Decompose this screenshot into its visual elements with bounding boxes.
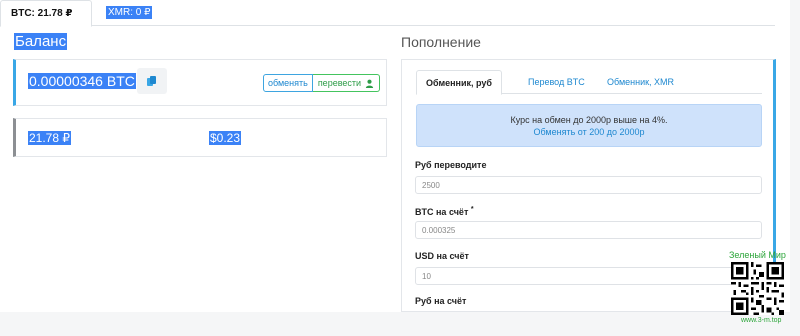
copy-button[interactable]	[137, 68, 167, 94]
tab-exchanger-xmr[interactable]: Обменник, XMR	[598, 70, 683, 94]
btc-receive-input[interactable]: 0.000325	[415, 221, 762, 239]
replenish-title: Пополнение	[401, 34, 481, 50]
fiat-balance-card: 21.78 ₽ $0.23	[13, 118, 387, 157]
transfer-button[interactable]: перевести	[312, 74, 381, 92]
btc-receive-label: BTC на счёт *	[415, 206, 474, 217]
rub-receive-label: Руб на счёт	[415, 296, 467, 306]
replenish-tabs: Обменник, руб Перевод BTC Обменник, XMR	[416, 70, 762, 95]
usd-receive-input[interactable]: 10	[415, 267, 762, 285]
user-icon	[365, 79, 374, 88]
usd-balance-value: $0.23	[209, 131, 242, 145]
rate-alert: Курс на обмен до 2000р выше на 4%. Обмен…	[416, 104, 762, 147]
usd-receive-label: USD на счёт	[415, 251, 469, 261]
rub-balance-value: 21.78 ₽	[28, 131, 71, 145]
watermark-url: www.3-m.top	[741, 317, 782, 324]
alert-link[interactable]: Обменять от 200 до 2000р	[417, 126, 761, 138]
tab-btc[interactable]: BTC: 21.78 ₽	[0, 0, 92, 27]
rub-send-label: Руб переводите	[415, 160, 487, 170]
btc-balance-card: 0.00000346 BTC обменять перевести	[13, 59, 387, 106]
transfer-button-label: перевести	[317, 78, 362, 88]
rub-send-input[interactable]: 2500	[415, 176, 762, 194]
alert-text: Курс на обмен до 2000р выше на 4%.	[510, 115, 668, 125]
btc-balance-value: 0.00000346 BTC	[28, 73, 136, 89]
exchange-button[interactable]: обменять	[263, 74, 313, 92]
currency-tabs: BTC: 21.78 ₽ XMR: 0 ₽	[0, 0, 775, 27]
tab-exchanger-rub[interactable]: Обменник, руб	[416, 70, 502, 95]
required-mark: *	[470, 206, 474, 213]
watermark-title: Зеленый Мир	[729, 250, 786, 260]
balance-title: Баланс	[14, 33, 68, 50]
btc-receive-label-text: BTC на счёт	[415, 207, 469, 217]
replenish-card: Обменник, руб Перевод BTC Обменник, XMR …	[401, 59, 776, 312]
qr-code-image	[731, 262, 784, 315]
copy-icon	[147, 76, 156, 86]
tab-xmr[interactable]: XMR: 0 ₽	[96, 0, 162, 26]
balance-actions: обменять перевести	[263, 74, 381, 92]
page: BTC: 21.78 ₽ XMR: 0 ₽ Баланс 0.00000346 …	[0, 0, 790, 312]
tab-xmr-label: XMR: 0 ₽	[106, 6, 153, 19]
tab-transfer-btc[interactable]: Перевод BTC	[519, 70, 594, 94]
